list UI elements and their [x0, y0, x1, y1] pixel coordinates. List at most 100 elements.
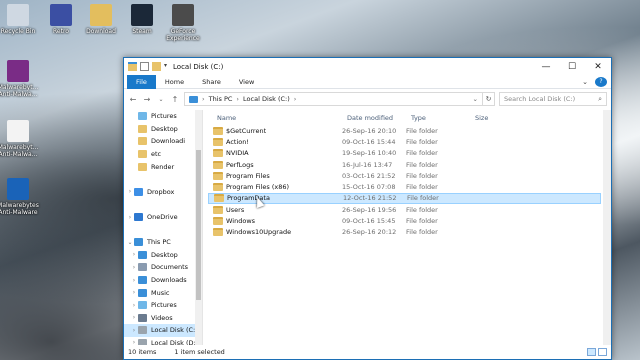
nav-item[interactable]: › Downloads: [124, 274, 202, 287]
column-header-date[interactable]: Date modified: [342, 114, 406, 122]
folder-icon: [138, 150, 147, 159]
column-header-size[interactable]: Size: [470, 114, 520, 122]
up-arrow-icon[interactable]: ↑: [170, 95, 180, 104]
file-row[interactable]: Program Files (x86) 15-Oct-16 07:08 File f…: [208, 181, 601, 192]
maximize-button[interactable]: ☐: [559, 58, 585, 75]
chevron-right-icon[interactable]: ›: [130, 302, 138, 309]
breadcrumb-separator[interactable]: ›: [294, 95, 297, 103]
nav-scrollbar-thumb[interactable]: [196, 150, 201, 300]
column-header-type[interactable]: Type: [406, 114, 470, 122]
column-header-name[interactable]: Name: [203, 114, 342, 122]
desktop-icon-label: Retro: [53, 28, 69, 35]
nav-item[interactable]: ⌄ This PC: [124, 236, 202, 249]
address-bar[interactable]: › This PC › Local Disk (C:) › ⌄: [184, 92, 483, 106]
close-button[interactable]: ✕: [585, 58, 611, 75]
file-name: NVIDIA: [226, 149, 249, 158]
breadcrumb-local-disk[interactable]: Local Disk (C:): [243, 95, 290, 103]
forward-arrow-icon[interactable]: →: [142, 95, 152, 104]
pictures-folder-icon: [138, 301, 147, 310]
desktop-icon[interactable]: Retro: [39, 4, 83, 35]
this-pc-icon: [134, 238, 143, 247]
file-name-cell: PerfLogs: [208, 160, 342, 169]
file-row[interactable]: Program Files 03-Oct-16 21:52 File folder: [208, 170, 601, 181]
file-name-cell: Action!: [208, 137, 342, 146]
details-view-icon[interactable]: [587, 348, 596, 356]
search-icon[interactable]: ⌕: [598, 95, 602, 104]
nav-item[interactable]: › Desktop: [124, 249, 202, 262]
status-bar: 10 items 1 item selected: [124, 345, 611, 359]
title-bar[interactable]: ▾ Local Disk (C:) — ☐ ✕: [124, 58, 611, 75]
this-pc-icon: [189, 95, 198, 103]
breadcrumb-this-pc[interactable]: This PC: [209, 95, 233, 103]
file-row[interactable]: PerfLogs 16-Jul-16 13:47 File folder: [208, 159, 601, 170]
minimize-button[interactable]: —: [533, 58, 559, 75]
chevron-right-icon[interactable]: ›: [126, 188, 134, 195]
chevron-right-icon[interactable]: ›: [130, 314, 138, 321]
nav-item[interactable]: › Videos: [124, 312, 202, 325]
file-list-pane: Name Date modified Type Size $GetCurrent…: [203, 110, 611, 345]
file-row[interactable]: Windows10Upgrade 26-Sep-16 20:12 File fold…: [208, 227, 601, 238]
expand-ribbon-icon[interactable]: ⌄: [575, 78, 595, 86]
file-row[interactable]: Windows 09-Oct-16 15:45 File folder: [208, 215, 601, 226]
content-scrollbar[interactable]: [603, 110, 611, 345]
nav-item[interactable]: etc: [124, 148, 202, 161]
nav-item[interactable]: Render: [124, 160, 202, 173]
file-row[interactable]: $GetCurrent 26-Sep-16 20:10 File folder: [208, 125, 601, 136]
properties-icon[interactable]: [140, 62, 149, 71]
chevron-right-icon[interactable]: ›: [130, 327, 138, 334]
desktop-icon[interactable]: GeForce Experience: [161, 4, 205, 42]
nav-item[interactable]: › Dropbox: [124, 186, 202, 199]
file-row[interactable]: Users 26-Sep-16 19:56 File folder: [208, 204, 601, 215]
desktop-icon[interactable]: Malwarebyt... Anti-Malwa...: [0, 120, 40, 158]
file-name-cell: $GetCurrent: [208, 126, 342, 135]
nav-item-label: Documents: [151, 263, 189, 272]
tab-file[interactable]: File: [127, 74, 156, 89]
nav-item[interactable]: Pictures: [124, 110, 202, 123]
chevron-right-icon[interactable]: ›: [130, 289, 138, 296]
file-row[interactable]: Action! 09-Oct-16 15:44 File folder: [208, 136, 601, 147]
file-name-cell: Windows10Upgrade: [208, 228, 342, 237]
nav-item[interactable]: › Local Disk (D:): [124, 337, 202, 345]
search-box[interactable]: Search Local Disk (C:) ⌕: [499, 92, 607, 106]
downloads-folder-icon: [138, 276, 147, 285]
nav-item[interactable]: › Music: [124, 286, 202, 299]
help-icon[interactable]: ?: [595, 76, 607, 87]
file-row[interactable]: ProgramData 12-Oct-16 21:52 File folder: [208, 192, 601, 205]
nav-item[interactable]: › Local Disk (C:): [124, 324, 202, 337]
large-icons-view-icon[interactable]: [598, 348, 607, 356]
nav-item[interactable]: › Pictures: [124, 299, 202, 312]
nav-item[interactable]: › Documents: [124, 261, 202, 274]
file-type: File folder: [406, 171, 438, 180]
file-type: File folder: [406, 228, 438, 237]
tab-home[interactable]: Home: [156, 75, 193, 89]
tab-share[interactable]: Share: [193, 75, 230, 89]
nav-item[interactable]: Desktop: [124, 123, 202, 136]
file-row[interactable]: NVIDIA 19-Sep-16 10:40 File folder: [208, 148, 601, 159]
desktop-icon[interactable]: Malwarebyt... Anti-Malwa...: [0, 60, 40, 98]
chevron-right-icon[interactable]: ›: [130, 251, 138, 258]
chevron-right-icon[interactable]: ›: [130, 264, 138, 271]
folder-icon: [213, 205, 223, 214]
desktop-icon[interactable]: Steam: [120, 4, 164, 35]
address-dropdown-icon[interactable]: ⌄: [473, 95, 478, 103]
chevron-down-icon[interactable]: ▾: [164, 62, 167, 71]
desktop-icon[interactable]: Malwarebytes Anti-Malware: [0, 178, 40, 216]
chevron-right-icon[interactable]: ›: [130, 277, 138, 284]
tab-view[interactable]: View: [230, 75, 263, 89]
file-date: 03-Oct-16 21:52: [342, 171, 396, 180]
chevron-down-icon[interactable]: ⌄: [126, 239, 134, 246]
back-arrow-icon[interactable]: ←: [128, 95, 138, 104]
new-folder-icon[interactable]: [152, 62, 161, 71]
chevron-right-icon[interactable]: ›: [126, 214, 134, 221]
nav-item[interactable]: Downloadi: [124, 135, 202, 148]
desktop-icon[interactable]: Recycle Bin: [0, 4, 40, 35]
nav-item[interactable]: › OneDrive: [124, 211, 202, 224]
nav-scrollbar[interactable]: [195, 110, 202, 345]
file-name-cell: Users: [208, 205, 342, 214]
file-name-cell: Program Files: [208, 171, 342, 180]
desktop-icon[interactable]: Download: [79, 4, 123, 35]
refresh-icon[interactable]: ↻: [483, 92, 495, 106]
desktop-icon-label: Recycle Bin: [0, 28, 36, 35]
recent-locations-icon[interactable]: ⌄: [156, 96, 166, 103]
